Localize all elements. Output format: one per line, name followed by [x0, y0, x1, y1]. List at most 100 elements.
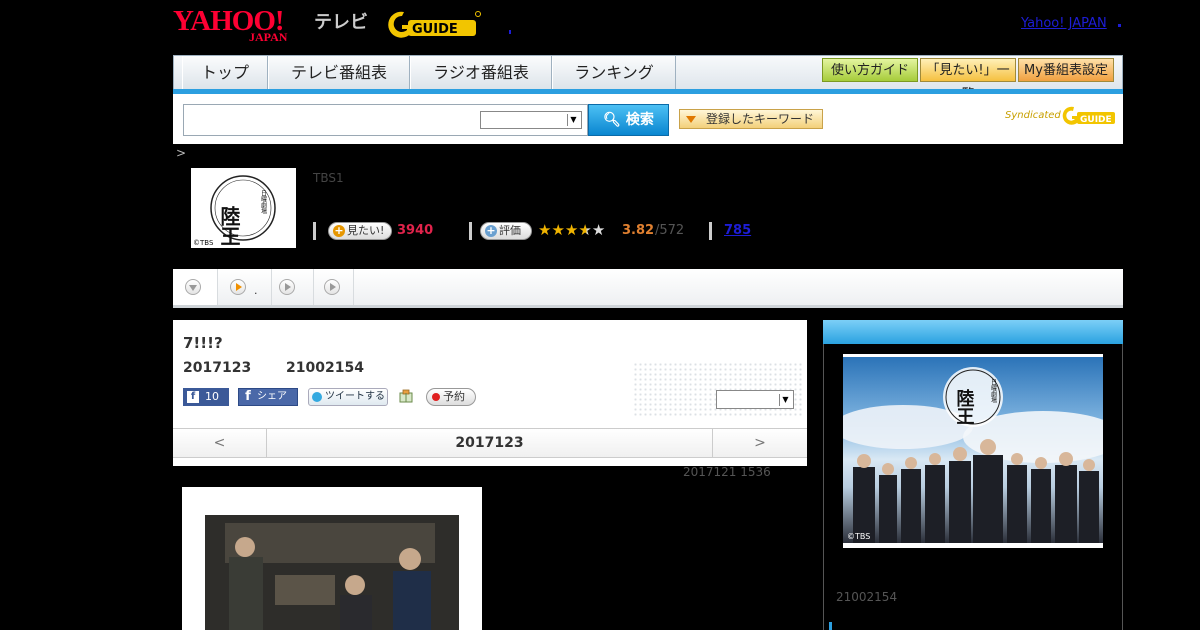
episode-title: 7!!!? [183, 334, 223, 352]
play-icon [230, 279, 246, 295]
side-program-image-art: 陸王 日曜劇場 ©TBS [843, 367, 1103, 543]
rating-stars: ★★★★★ [538, 221, 605, 239]
search-button[interactable]: 🔍︎ 検索 [588, 104, 669, 136]
star-icon: ★ [564, 221, 579, 239]
side-image-sub: 日曜劇場 [990, 379, 997, 404]
side-program-image[interactable]: 陸王 日曜劇場 ©TBS [843, 357, 1103, 543]
tab-play-active[interactable] [218, 269, 272, 305]
nav-tab-ranking[interactable]: ランキング [552, 56, 676, 89]
side-image-title: 陸王 [954, 388, 975, 425]
japan-logo-text: JAPAN [249, 30, 288, 44]
wish-list-button[interactable]: 「見たい!」一覧 [920, 58, 1016, 102]
comment-count-link[interactable]: 785 [724, 223, 751, 238]
gguide-logo-icon: GUIDE [388, 11, 481, 38]
reserve-button[interactable]: 予約 [426, 388, 476, 406]
record-dot-icon [432, 393, 440, 401]
play-icon [324, 279, 340, 295]
main-nav: トップ テレビ番組表 ラジオ番組表 ランキング 使い方ガイド 「見たい!」一覧 … [173, 55, 1123, 102]
header-link-dot[interactable] [509, 30, 511, 34]
syndicated-gguide-text: GUIDE [1080, 115, 1112, 125]
rating-score: 3.82 [622, 223, 655, 238]
yahoo-japan-logo[interactable]: YAHOO! JAPAN [173, 6, 309, 44]
rate-button[interactable]: + 評価 [480, 222, 532, 240]
facebook-share-label: シェア [257, 391, 287, 402]
syndicated-label: Syndicated [1005, 110, 1061, 121]
facebook-icon: f [245, 389, 251, 404]
star-icon: ★ [538, 221, 552, 239]
side-accent-bar [829, 622, 832, 630]
nav-tab-top[interactable]: トップ [182, 56, 268, 89]
wish-button[interactable]: + 見たい! [328, 222, 392, 240]
plus-icon: + [333, 224, 345, 237]
gguide-logo-text: GUIDE [412, 22, 458, 37]
nav-tab-tv-schedule[interactable]: テレビ番組表 [268, 56, 410, 89]
tab-collapse[interactable] [173, 269, 218, 305]
side-panel-header [823, 320, 1123, 344]
registered-keyword-label: 登録したキーワード [706, 112, 815, 126]
program-logo: 陸王 日曜劇場 ©TBS [191, 168, 296, 248]
plus-icon: + [485, 224, 497, 237]
facebook-icon: f [187, 391, 199, 403]
star-icon: ★ [591, 221, 606, 239]
tab-label-dot: . [254, 284, 258, 297]
program-logo-credit: ©TBS [193, 239, 214, 247]
episode-tabs-bar [173, 269, 1123, 308]
program-logo-sub: 日曜劇場 [260, 190, 267, 215]
chevron-down-icon: ▼ [567, 114, 579, 126]
program-logo-title: 陸王 [217, 206, 241, 246]
side-panel: 陸王 日曜劇場 ©TBS 21002154 [823, 344, 1123, 630]
wish-button-label: 見たい! [347, 224, 385, 237]
info-separator [709, 222, 712, 240]
search-band: ▼ 🔍︎ 検索 登録したキーワード Syndicated GUIDE [173, 94, 1123, 144]
search-icon: 🔍︎ [603, 112, 621, 128]
program-logo-image: 陸王 日曜劇場 ©TBS [193, 175, 276, 247]
nav-tab-radio-schedule[interactable]: ラジオ番組表 [410, 56, 552, 89]
episode-photo-frame [182, 487, 482, 630]
syndicated-gguide-logo-icon: GUIDE [1062, 106, 1115, 125]
add-calendar-icon[interactable] [399, 389, 413, 403]
registered-keyword-button[interactable]: 登録したキーワード [679, 109, 823, 129]
pager-prev-button[interactable]: < [173, 429, 267, 457]
facebook-like-count-value: 10 [205, 390, 219, 403]
pager-current-date: 2017123 [455, 435, 524, 451]
episode-photo[interactable] [205, 515, 459, 630]
yahoo-japan-link[interactable]: Yahoo! JAPAN [1021, 16, 1107, 31]
breadcrumb-separator: > [176, 146, 187, 160]
reserve-button-label: 予約 [443, 390, 465, 403]
episode-photo-art [205, 515, 459, 630]
episode-panel: 7!!!? 2017123 21002154 f 10 f シェア ツイートする… [173, 320, 807, 466]
facebook-like-count[interactable]: f 10 [183, 388, 229, 406]
usage-guide-button[interactable]: 使い方ガイド [822, 58, 918, 82]
my-schedule-settings-button[interactable]: My番組表設定 [1018, 58, 1114, 82]
search-category-select[interactable]: ▼ [480, 111, 582, 129]
chevron-down-icon [185, 279, 201, 295]
star-icon: ★ [551, 221, 565, 239]
side-image-frame: 陸王 日曜劇場 ©TBS [843, 354, 1103, 548]
tab-play-2[interactable] [272, 269, 314, 305]
episode-pager: < 2017123 > [173, 428, 807, 458]
tweet-button-label: ツイートする [325, 391, 385, 402]
play-icon [279, 279, 295, 295]
star-icon: ★ [578, 221, 592, 239]
info-separator [469, 222, 472, 240]
side-image-credit: ©TBS [847, 532, 870, 541]
side-airtime: 21002154 [836, 590, 898, 604]
tweet-button[interactable]: ツイートする [308, 388, 388, 406]
episode-date: 2017123 [183, 360, 252, 376]
rate-button-label: 評価 [499, 224, 521, 237]
updated-timestamp: 2017121 1536 [683, 465, 771, 479]
episode-time: 21002154 [286, 360, 364, 376]
tab-play-3[interactable] [314, 269, 354, 305]
pager-next-button[interactable]: > [712, 429, 807, 457]
header-link-dot[interactable] [1118, 24, 1121, 27]
tv-logo-label[interactable]: テレビ [314, 8, 368, 34]
facebook-share-button[interactable]: f シェア [238, 388, 298, 406]
wish-count: 3940 [397, 223, 434, 238]
gguide-logo[interactable]: GUIDE [382, 6, 482, 42]
channel-name: TBS1 [313, 171, 344, 185]
info-separator [313, 222, 316, 240]
rating-total: /572 [655, 223, 685, 238]
episode-select[interactable]: ▼ [716, 390, 794, 409]
search-button-label: 検索 [625, 112, 654, 128]
twitter-bird-icon [312, 392, 322, 402]
